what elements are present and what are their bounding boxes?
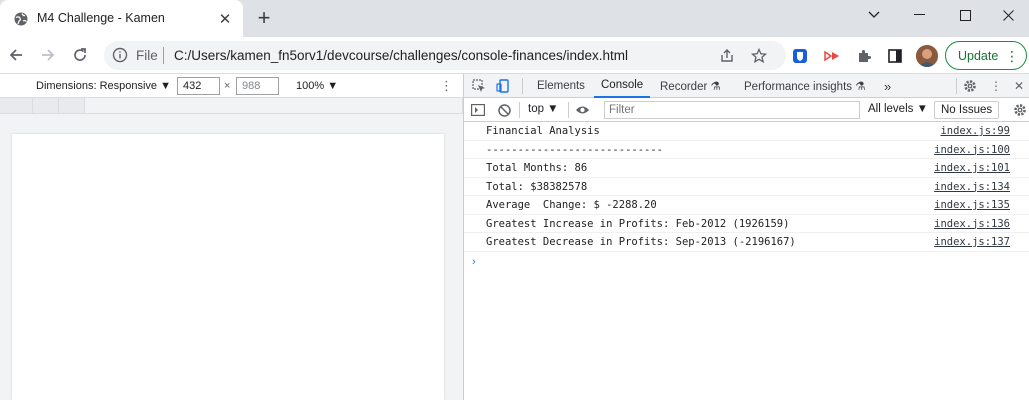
globe-icon <box>14 12 28 26</box>
log-message: Average Change: $ -2288.20 <box>486 199 657 211</box>
console-settings-gear-icon[interactable] <box>1012 102 1028 118</box>
new-tab-button[interactable]: + <box>253 7 275 30</box>
log-message: Greatest Increase in Profits: Feb-2012 (… <box>486 217 790 230</box>
back-arrow-icon[interactable] <box>4 43 28 67</box>
log-row: Greatest Increase in Profits: Feb-2012 (… <box>464 215 1029 233</box>
log-message: Total Months: 86 <box>486 162 588 174</box>
bitwarden-extension-icon[interactable] <box>791 47 809 65</box>
more-options-icon[interactable]: ⋮ <box>440 78 453 94</box>
share-icon[interactable] <box>718 47 736 65</box>
profile-avatar[interactable] <box>916 45 938 67</box>
log-source-link[interactable]: index.js:134 <box>934 181 1010 193</box>
page-viewport[interactable] <box>12 134 444 400</box>
divider <box>519 102 520 118</box>
log-source-link[interactable]: index.js:100 <box>934 144 1010 156</box>
log-row: Greatest Decrease in Profits: Sep-2013 (… <box>464 233 1029 252</box>
side-panel-icon[interactable] <box>886 47 904 65</box>
browser-toolbar: File C:/Users/kamen_fn5orv1/devcourse/ch… <box>0 37 1029 74</box>
update-button[interactable]: Update ⋮ <box>945 41 1027 70</box>
log-levels-dropdown[interactable]: All levels ▼ <box>868 103 928 115</box>
bookmark-star-icon[interactable] <box>750 47 768 65</box>
console-toolbar: top ▼ All levels ▼ No Issues <box>464 98 1029 122</box>
log-row: Financial Analysis index.js:99 <box>464 122 1029 141</box>
clear-console-icon[interactable] <box>496 102 512 118</box>
times-label: × <box>224 80 231 92</box>
more-tabs-icon[interactable]: » <box>884 74 891 98</box>
more-vert-icon: ⋮ <box>1005 48 1019 64</box>
scheme-label: File <box>136 48 158 63</box>
minimize-button[interactable] <box>896 0 942 30</box>
maximize-button[interactable] <box>942 0 988 30</box>
console-prompt-row[interactable]: › <box>464 252 1029 271</box>
close-devtools-icon[interactable]: ✕ <box>1011 78 1027 94</box>
width-input[interactable] <box>177 77 220 95</box>
dimensions-dropdown[interactable]: Dimensions: Responsive ▼ <box>36 80 171 92</box>
log-row: ---------------------------- index.js:10… <box>464 141 1029 159</box>
screencast-extension-icon[interactable] <box>823 47 841 65</box>
forward-arrow-icon[interactable] <box>36 43 60 67</box>
tab-console[interactable]: Console <box>594 74 651 98</box>
update-label: Update <box>958 48 999 63</box>
browser-tab[interactable]: M4 Challenge - Kamen ✕ <box>0 0 243 37</box>
log-source-link[interactable]: index.js:136 <box>934 218 1010 230</box>
log-source-link[interactable]: index.js:137 <box>934 236 1010 248</box>
live-expression-eye-icon[interactable] <box>574 102 590 118</box>
close-window-button[interactable] <box>988 0 1029 30</box>
tab-search-chevron-icon[interactable] <box>851 0 897 30</box>
devtools-tabbar: Elements Console Recorder ⚗ Performance … <box>464 74 1029 98</box>
log-message: Total: $38382578 <box>486 180 588 193</box>
log-row: Average Change: $ -2288.20 index.js:135 <box>464 196 1029 215</box>
tab-performance-insights[interactable]: Performance insights ⚗ <box>744 74 866 98</box>
filter-input[interactable] <box>604 101 860 119</box>
log-message: Financial Analysis <box>486 125 600 137</box>
prompt-chevron-icon: › <box>472 255 476 268</box>
log-message: Greatest Decrease in Profits: Sep-2013 (… <box>486 236 796 248</box>
tab-title: M4 Challenge - Kamen <box>37 11 165 25</box>
divider <box>163 47 164 64</box>
extensions-puzzle-icon[interactable] <box>855 47 873 65</box>
issues-button[interactable]: No Issues <box>934 101 1000 119</box>
media-query-ruler <box>0 98 463 114</box>
ruler-segment[interactable] <box>0 98 33 113</box>
log-row: Total: $38382578 index.js:134 <box>464 178 1029 196</box>
log-row: Total Months: 86 index.js:101 <box>464 159 1029 178</box>
address-bar[interactable]: File C:/Users/kamen_fn5orv1/devcourse/ch… <box>104 41 786 70</box>
log-message: ---------------------------- <box>486 143 664 156</box>
info-icon[interactable] <box>112 47 128 63</box>
tab-strip: M4 Challenge - Kamen ✕ + <box>0 0 1029 37</box>
log-source-link[interactable]: index.js:99 <box>940 125 1010 137</box>
ruler-segment[interactable] <box>59 98 85 113</box>
url-text[interactable]: C:/Users/kamen_fn5orv1/devcourse/challen… <box>174 48 628 63</box>
device-toggle-icon[interactable] <box>495 78 511 94</box>
devtools-panel: Elements Console Recorder ⚗ Performance … <box>463 74 1029 400</box>
divider <box>568 102 569 118</box>
console-log: Financial Analysis index.js:99 ---------… <box>464 122 1029 270</box>
reload-icon[interactable] <box>68 43 92 67</box>
tab-recorder[interactable]: Recorder ⚗ <box>660 74 721 98</box>
devtools-menu-icon[interactable]: ⋮ <box>988 78 1004 94</box>
tab-elements[interactable]: Elements <box>537 74 585 98</box>
settings-gear-icon[interactable] <box>962 78 978 94</box>
zoom-dropdown[interactable]: 100% ▼ <box>296 80 338 92</box>
sidebar-toggle-icon[interactable] <box>470 102 486 118</box>
ruler-segment[interactable] <box>85 98 463 113</box>
inspect-element-icon[interactable] <box>471 78 487 94</box>
height-input[interactable] <box>236 77 279 95</box>
log-source-link[interactable]: index.js:135 <box>934 199 1010 211</box>
ruler-segment[interactable] <box>33 98 59 113</box>
device-toolbar: Dimensions: Responsive ▼ × 100% ▼ ⋮ <box>0 74 463 98</box>
context-selector[interactable]: top ▼ <box>528 103 559 115</box>
close-tab-icon[interactable]: ✕ <box>218 11 232 28</box>
divider <box>956 78 957 94</box>
divider <box>522 78 523 94</box>
log-source-link[interactable]: index.js:101 <box>934 162 1010 174</box>
